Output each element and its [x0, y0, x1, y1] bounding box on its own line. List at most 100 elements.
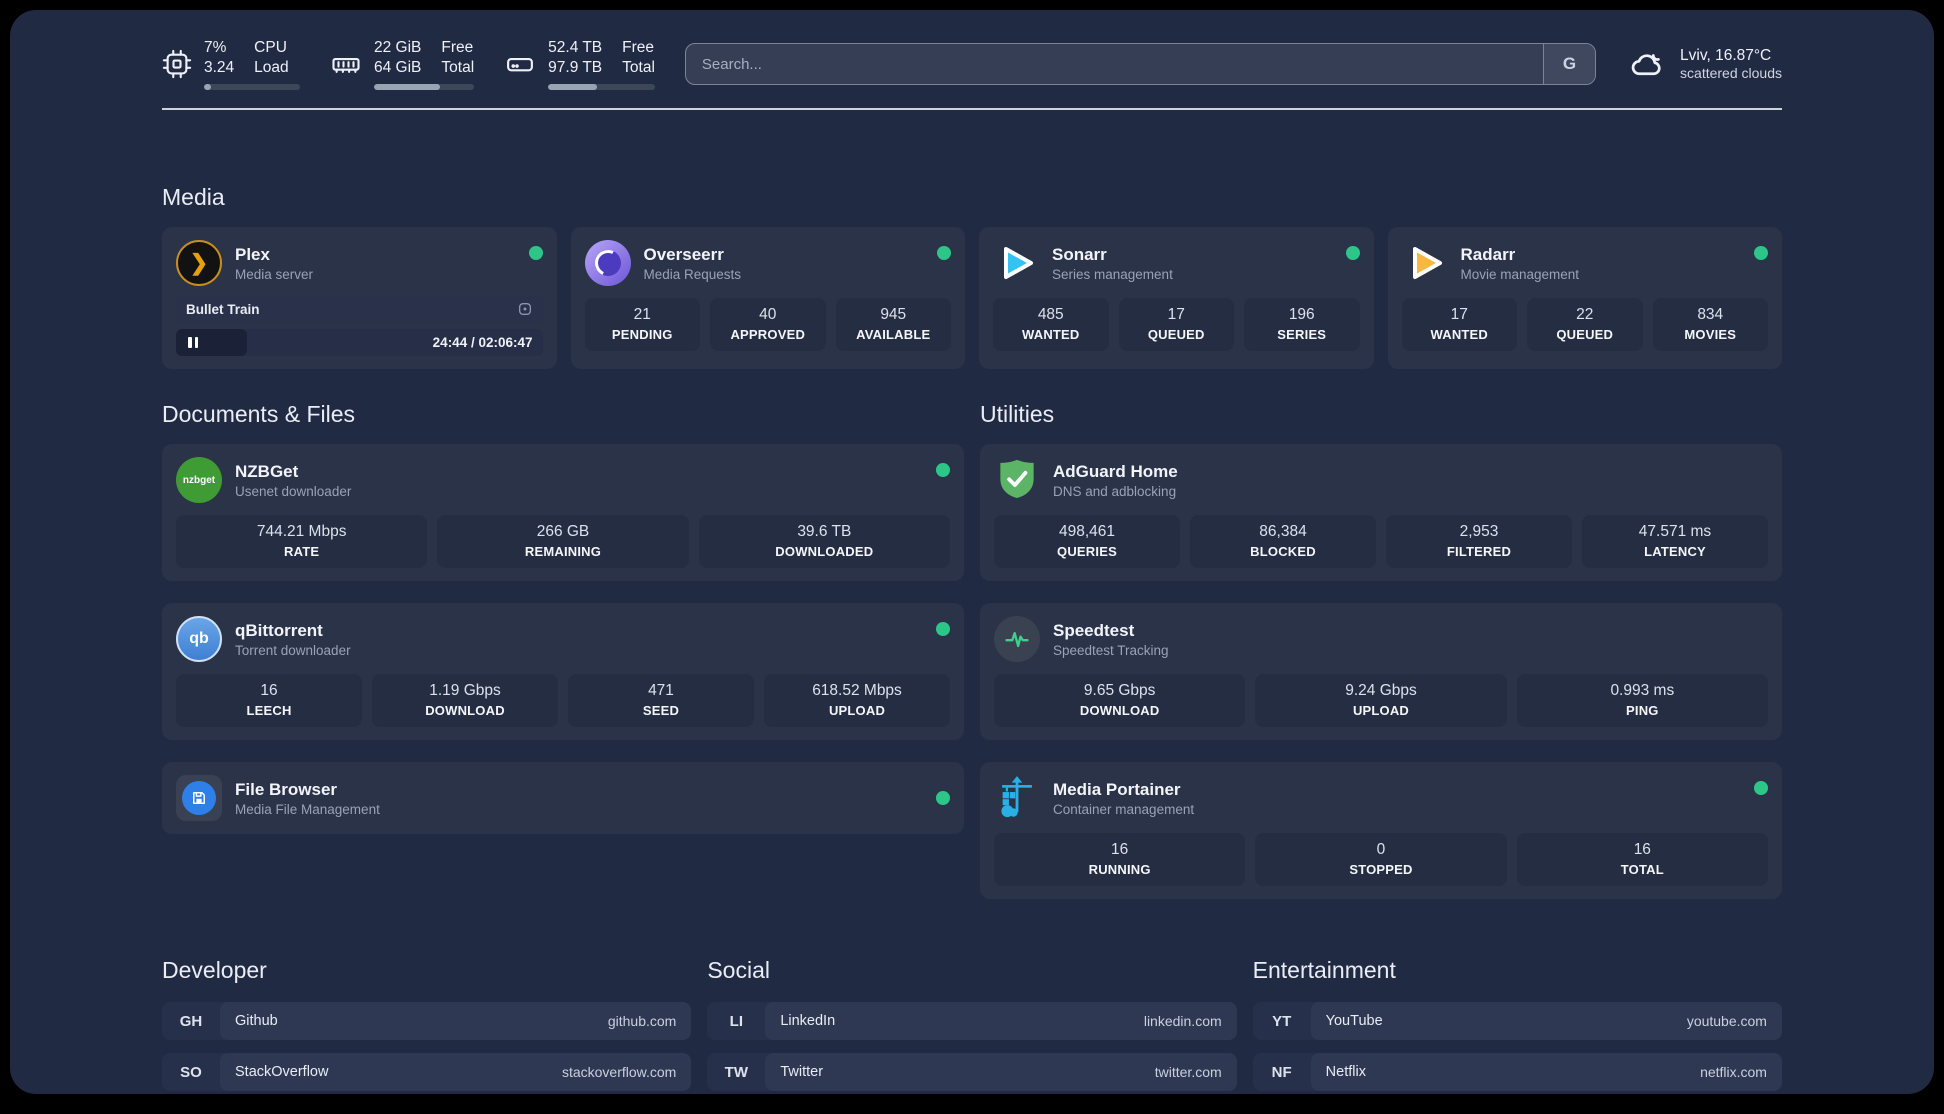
- radarr-icon: [1402, 240, 1448, 286]
- adguard-card[interactable]: AdGuard Home DNS and adblocking 498,461 Q…: [980, 444, 1782, 582]
- status-dot: [936, 463, 950, 478]
- bookmark-youtube[interactable]: YT YouTube youtube.com: [1252, 1002, 1782, 1041]
- now-playing-title: Bullet Train: [186, 301, 260, 317]
- bookmark-linkedin[interactable]: LI LinkedIn linkedin.com: [707, 1002, 1237, 1041]
- speedtest-card[interactable]: Speedtest Speedtest Tracking 9.65 Gbps DO…: [980, 603, 1782, 741]
- app-title: NZBGet: [235, 461, 299, 481]
- stat-tile: 1.19 Gbps DOWNLOAD: [372, 674, 558, 728]
- app-subtitle: Container management: [1053, 801, 1195, 817]
- status-dot: [1345, 246, 1360, 261]
- app-title: File Browser: [235, 779, 338, 799]
- bookmark-url: netflix.com: [1700, 1064, 1767, 1081]
- stat-tile: 834 MOVIES: [1652, 298, 1768, 352]
- qbittorrent-card[interactable]: qb qBittorrent Torrent downloader 16 LEEC…: [162, 603, 964, 741]
- section-utilities: Utilities AdGuard Home DNS and adblockin…: [980, 401, 1782, 900]
- app-subtitle: Movie management: [1460, 266, 1580, 282]
- now-playing-row: Bullet Train: [176, 296, 543, 323]
- sonarr-card[interactable]: Sonarr Series management 485 WANTED 17 QUE…: [979, 227, 1374, 370]
- memory-labels: Free Total: [441, 39, 475, 77]
- bookmark-url: twitter.com: [1154, 1064, 1222, 1081]
- bookmark-name: Twitter: [780, 1064, 824, 1081]
- portainer-card[interactable]: Media Portainer Container management 16 R…: [980, 762, 1782, 900]
- bookmark-github[interactable]: GH Github github.com: [162, 1002, 692, 1041]
- bookmark-name: YouTube: [1325, 1013, 1383, 1030]
- stat-tile: 9.24 Gbps UPLOAD: [1255, 674, 1507, 728]
- stat-tile: 39.6 TB DOWNLOADED: [698, 515, 950, 569]
- memory-values: 22 GiB 64 GiB: [374, 39, 422, 77]
- stat-tile: 471 SEED: [568, 674, 754, 728]
- stat-tile: 17 WANTED: [1401, 298, 1517, 352]
- portainer-icon: [994, 775, 1040, 821]
- stat-tile: 47.571 ms LATENCY: [1582, 515, 1768, 569]
- app-title: Media Portainer: [1053, 779, 1181, 799]
- search-input[interactable]: [685, 44, 1544, 85]
- bookmark-netflix[interactable]: NF Netflix netflix.com: [1252, 1053, 1782, 1092]
- nzbget-icon: nzbget: [176, 457, 222, 504]
- app-title: Plex: [235, 244, 270, 264]
- stat-tile: 40 APPROVED: [710, 298, 826, 352]
- app-subtitle: Usenet downloader: [235, 483, 352, 499]
- system-stats: 7% 3.24 CPU Load 22 GiB 64 GiB Free Tota…: [162, 38, 655, 91]
- nzbget-card[interactable]: nzbget NZBGet Usenet downloader 744.21 M…: [162, 444, 964, 582]
- stat-tile: 16 RUNNING: [994, 833, 1246, 887]
- playback-time: 24:44 / 02:06:47: [432, 335, 533, 351]
- search-bar[interactable]: G: [684, 43, 1597, 86]
- weather-condition: scattered clouds: [1680, 65, 1782, 82]
- bookmark-abbr: GH: [179, 1012, 203, 1030]
- status-dot: [936, 622, 950, 637]
- filebrowser-card[interactable]: File Browser Media File Management: [162, 762, 964, 835]
- memory-progress-bar: [374, 84, 475, 91]
- app-title: Speedtest: [1053, 620, 1135, 640]
- stat-tile: 485 WANTED: [993, 298, 1109, 352]
- plex-card[interactable]: ❯ Plex Media server Bullet Train 24:44 /…: [162, 227, 557, 370]
- disk-widget: 52.4 TB 97.9 TB Free Total: [504, 38, 655, 91]
- adguard-icon: [994, 457, 1040, 503]
- bookmark-abbr: NF: [1271, 1063, 1292, 1081]
- status-dot: [528, 246, 543, 261]
- bookmark-twitter[interactable]: TW Twitter twitter.com: [707, 1053, 1237, 1092]
- stat-tile: 196 SERIES: [1244, 298, 1360, 352]
- app-subtitle: Speedtest Tracking: [1053, 642, 1169, 658]
- weather-location: Lviv, 16.87°C: [1680, 47, 1772, 65]
- memory-icon: [332, 58, 360, 74]
- stat-tile: 86,384 BLOCKED: [1190, 515, 1376, 569]
- status-dot: [1754, 781, 1768, 796]
- search-engine-button[interactable]: G: [1543, 44, 1596, 85]
- status-dot: [937, 246, 951, 261]
- stat-tile: 2,953 FILTERED: [1386, 515, 1572, 569]
- bookmark-url: linkedin.com: [1143, 1013, 1222, 1030]
- stat-tile: 945 AVAILABLE: [835, 298, 951, 352]
- stat-tile: 16 TOTAL: [1516, 833, 1768, 887]
- bookmark-abbr: YT: [1272, 1012, 1292, 1030]
- section-developer: Developer GH Github github.com SO StackOv…: [162, 957, 692, 1094]
- status-dot: [936, 791, 950, 806]
- qbittorrent-icon: qb: [176, 616, 222, 663]
- memory-widget: 22 GiB 64 GiB Free Total: [330, 38, 475, 91]
- speedtest-icon: [994, 616, 1040, 663]
- app-subtitle: Series management: [1052, 266, 1173, 282]
- bookmark-url: stackoverflow.com: [561, 1064, 677, 1081]
- disk-labels: Free Total: [622, 39, 655, 77]
- disk-icon: [507, 58, 534, 72]
- overseerr-card[interactable]: Overseerr Media Requests 21 PENDING 40 APP…: [570, 227, 965, 370]
- section-documents: Documents & Files nzbget NZBGet Usenet d…: [162, 401, 964, 835]
- app-subtitle: Torrent downloader: [235, 642, 351, 658]
- playback-progress-fill: [176, 329, 248, 357]
- pause-icon: [188, 337, 192, 349]
- section-social: Social LI LinkedIn linkedin.com TW Twitte…: [707, 957, 1237, 1094]
- cloud-icon: [1631, 54, 1661, 76]
- radarr-card[interactable]: Radarr Movie management 17 WANTED 22 QUEUE…: [1387, 227, 1782, 370]
- playback-progress[interactable]: 24:44 / 02:06:47: [176, 329, 543, 357]
- cpu-progress-bar: [204, 84, 300, 91]
- app-title: Radarr: [1460, 244, 1516, 264]
- section-title-entertainment: Entertainment: [1252, 957, 1396, 984]
- cpu-widget: 7% 3.24 CPU Load: [162, 38, 300, 91]
- bookmark-stackoverflow[interactable]: SO StackOverflow stackoverflow.com: [162, 1053, 692, 1092]
- sonarr-icon: [993, 240, 1039, 286]
- dashboard-panel: 7% 3.24 CPU Load 22 GiB 64 GiB Free Tota…: [10, 10, 1934, 1094]
- top-bar: 7% 3.24 CPU Load 22 GiB 64 GiB Free Tota…: [162, 38, 1782, 91]
- section-title-utilities: Utilities: [980, 401, 1055, 428]
- bookmark-name: LinkedIn: [780, 1013, 836, 1030]
- stat-tile: 9.65 Gbps DOWNLOAD: [994, 674, 1246, 728]
- cpu-icon: [162, 49, 192, 79]
